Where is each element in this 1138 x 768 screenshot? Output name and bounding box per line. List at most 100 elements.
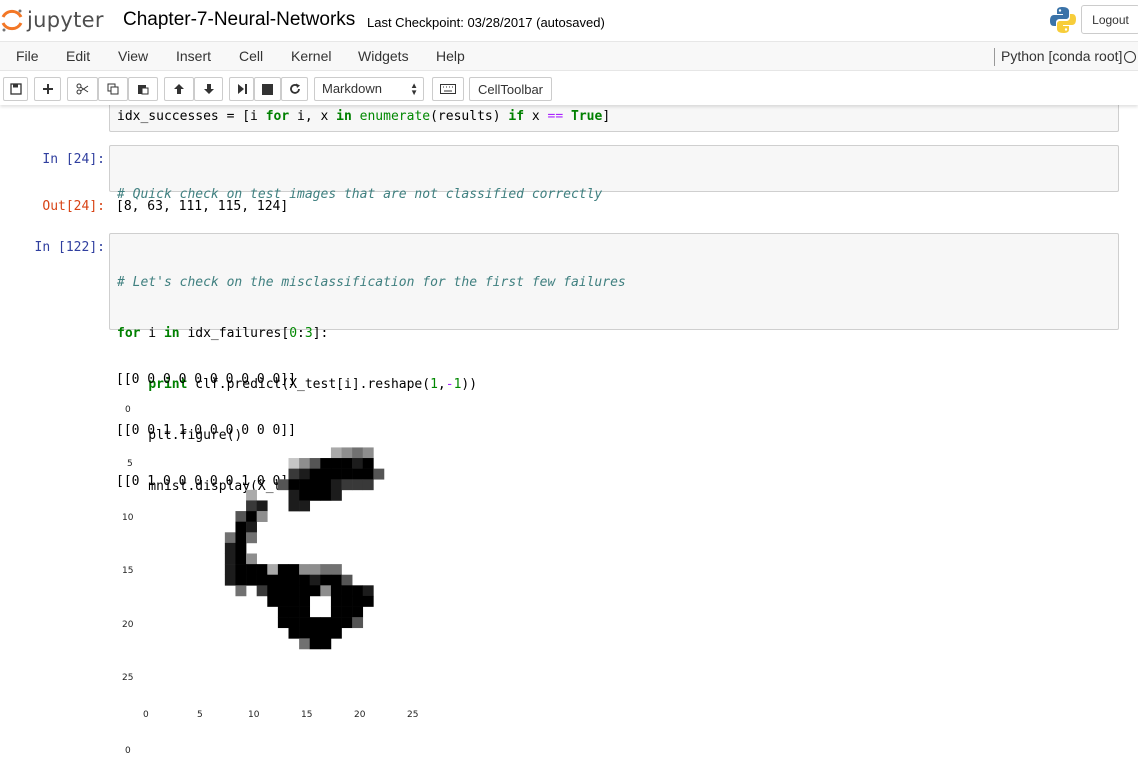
image-pixel	[330, 574, 342, 586]
image-pixel	[267, 574, 279, 586]
y-tick-label: 10	[122, 513, 134, 523]
input-prompt: In [122]:	[34, 240, 105, 255]
restart-kernel-button[interactable]	[281, 77, 308, 101]
image-pixel	[341, 458, 353, 469]
toolbar: Markdown ▲ ▼ CellToolbar	[0, 71, 1138, 105]
image-pixel	[330, 489, 342, 501]
image-pixel	[320, 458, 332, 469]
image-pixel	[299, 585, 311, 597]
python-logo-icon	[1050, 7, 1076, 33]
x-tick-label: 5	[197, 710, 203, 720]
image-pixel	[341, 479, 353, 491]
menu-insert[interactable]: Insert	[176, 48, 211, 64]
image-pixel	[320, 627, 332, 639]
save-button[interactable]	[3, 77, 28, 101]
y-tick-label: 15	[122, 566, 134, 576]
image-pixel	[299, 500, 311, 512]
cut-icon	[76, 83, 89, 95]
image-pixel	[246, 500, 257, 512]
image-pixel	[288, 574, 300, 586]
x-tick-label: 20	[354, 710, 366, 720]
x-tick-label: 15	[301, 710, 313, 720]
image-pixel	[299, 479, 311, 491]
image-pixel	[246, 521, 257, 533]
code-cell-input[interactable]: # Let's check on the misclassification f…	[109, 233, 1119, 494]
image-pixel	[362, 468, 374, 480]
image-pixel	[256, 511, 268, 522]
run-cell-button[interactable]	[229, 77, 254, 101]
image-pixel	[330, 447, 342, 459]
interrupt-kernel-button[interactable]	[254, 77, 281, 101]
image-pixel	[256, 564, 268, 576]
logout-button[interactable]: Logout	[1081, 5, 1138, 34]
move-down-button[interactable]	[194, 77, 223, 101]
image-pixel	[288, 564, 300, 576]
image-pixel	[341, 447, 353, 459]
arrow-up-icon	[174, 84, 184, 94]
image-pixel	[362, 447, 374, 459]
image-pixel	[224, 542, 236, 554]
image-pixel	[309, 489, 321, 501]
image-pixel	[256, 574, 268, 586]
cell-type-select[interactable]: Markdown ▲ ▼	[314, 77, 424, 101]
image-pixel	[235, 585, 247, 597]
image-pixel	[235, 532, 247, 544]
insert-cell-button[interactable]	[34, 77, 61, 101]
image-pixel	[320, 564, 332, 576]
image-pixel	[320, 489, 332, 501]
image-pixel	[352, 585, 364, 597]
menu-view[interactable]: View	[118, 48, 148, 64]
celltoolbar-button[interactable]: CellToolbar	[469, 77, 552, 101]
move-up-button[interactable]	[164, 77, 194, 101]
notebook-name[interactable]: Chapter-7-Neural-Networks	[123, 9, 355, 31]
menu-widgets[interactable]: Widgets	[358, 48, 409, 64]
image-pixel	[235, 564, 247, 576]
image-pixel	[288, 458, 300, 469]
paste-icon	[138, 85, 149, 95]
image-pixel	[246, 511, 257, 522]
image-pixel	[277, 617, 289, 629]
y-tick-label: 5	[127, 459, 133, 469]
menu-cell[interactable]: Cell	[239, 48, 263, 64]
image-pixel	[299, 564, 311, 576]
image-pixel	[330, 617, 342, 629]
image-pixel	[288, 489, 300, 501]
image-pixel	[277, 606, 289, 618]
output-prompt: Out[24]:	[42, 199, 105, 214]
image-pixel	[341, 617, 353, 629]
image-pixel	[224, 532, 236, 544]
image-pixel	[373, 468, 385, 480]
code-cell-input[interactable]: # Quick check on test images that are no…	[109, 145, 1119, 253]
jupyter-logo[interactable]: jupyter	[0, 6, 104, 34]
menu-kernel[interactable]: Kernel	[291, 48, 331, 64]
image-pixel	[246, 553, 257, 565]
image-pixel	[330, 564, 342, 576]
image-pixel	[235, 553, 247, 565]
y-tick-label: 0	[125, 405, 131, 415]
image-pixel	[352, 447, 364, 459]
keyboard-icon	[440, 84, 456, 94]
menubar: File Edit View Insert Cell Kernel Widget…	[0, 41, 1138, 71]
image-pixel	[288, 479, 300, 491]
jupyter-logo-icon	[1, 9, 23, 32]
paste-button[interactable]	[128, 77, 158, 101]
logo-text: jupyter	[27, 8, 104, 32]
menu-help[interactable]: Help	[436, 48, 465, 64]
image-pixel	[256, 500, 268, 512]
menu-edit[interactable]: Edit	[66, 48, 90, 64]
code-cell-input[interactable]: idx_successes = [i for i, x in enumerate…	[109, 105, 1119, 132]
image-pixel	[288, 606, 300, 618]
copy-button[interactable]	[98, 77, 128, 101]
cell-type-value: Markdown	[322, 81, 382, 96]
menu-file[interactable]: File	[16, 48, 39, 64]
cut-button[interactable]	[67, 77, 98, 101]
command-palette-button[interactable]	[432, 77, 464, 101]
image-pixel	[330, 458, 342, 469]
image-pixel	[309, 585, 321, 597]
image-pixel	[352, 458, 364, 469]
image-pixel	[362, 585, 374, 597]
y-tick-label: 25	[122, 673, 134, 683]
image-pixel	[246, 532, 257, 544]
image-pixel	[277, 479, 289, 491]
stop-icon	[262, 83, 273, 95]
